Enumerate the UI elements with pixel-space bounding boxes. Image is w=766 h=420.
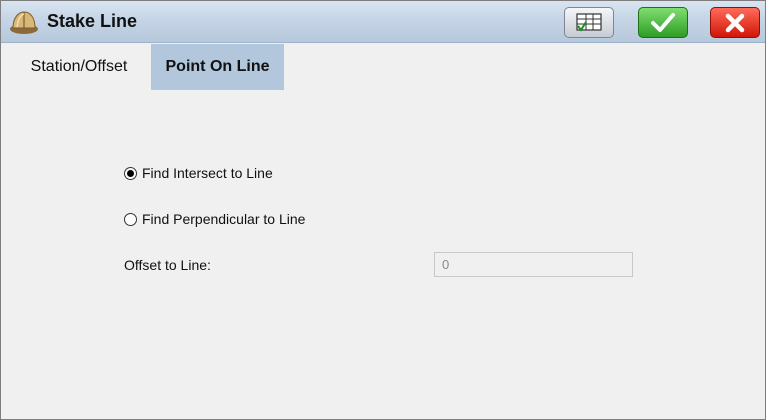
- find-perpendicular-option[interactable]: Find Perpendicular to Line: [124, 211, 305, 227]
- stake-line-window: Stake Line Station/Offset Point On Line …: [0, 0, 766, 420]
- offset-to-line-label: Offset to Line:: [124, 257, 211, 273]
- table-view-button[interactable]: [564, 7, 614, 38]
- window-title: Stake Line: [47, 11, 138, 31]
- title-bar: Stake Line: [1, 1, 765, 43]
- tab-bar: Station/Offset Point On Line: [1, 44, 765, 90]
- accept-button[interactable]: [638, 7, 688, 38]
- find-perpendicular-label: Find Perpendicular to Line: [142, 211, 306, 227]
- radio-selected[interactable]: [124, 166, 137, 180]
- table-check-icon: [576, 12, 602, 32]
- radio-unselected[interactable]: [124, 212, 137, 226]
- find-intersect-option[interactable]: Find Intersect to Line: [124, 165, 273, 181]
- tab-station-offset[interactable]: Station/Offset: [13, 44, 145, 90]
- checkmark-icon: [651, 12, 675, 32]
- hard-hat-icon: [10, 11, 38, 34]
- find-intersect-label: Find Intersect to Line: [142, 165, 273, 181]
- close-x-icon: [725, 13, 745, 32]
- tab-point-on-line[interactable]: Point On Line: [151, 44, 284, 90]
- offset-to-line-input[interactable]: [434, 252, 633, 277]
- close-button[interactable]: [710, 7, 760, 38]
